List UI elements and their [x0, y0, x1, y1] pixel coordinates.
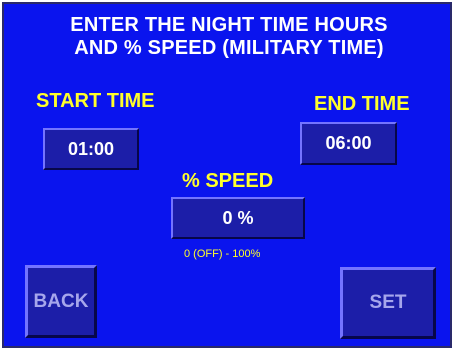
title-line-1: ENTER THE NIGHT TIME HOURS [70, 14, 388, 36]
screen-title: ENTER THE NIGHT TIME HOURS AND % SPEED (… [4, 14, 454, 60]
set-button[interactable]: SET [340, 267, 436, 339]
speed-field[interactable]: 0 % [171, 197, 305, 239]
start-time-label: START TIME [36, 90, 155, 112]
back-button[interactable]: BACK [25, 265, 97, 338]
end-time-field[interactable]: 06:00 [300, 122, 397, 165]
night-time-settings-screen: ENTER THE NIGHT TIME HOURS AND % SPEED (… [2, 2, 452, 348]
speed-range-hint: 0 (OFF) - 100% [184, 248, 261, 260]
title-line-2: AND % SPEED (MILITARY TIME) [74, 37, 384, 59]
end-time-label: END TIME [314, 93, 410, 115]
speed-label: % SPEED [182, 170, 274, 192]
start-time-field[interactable]: 01:00 [43, 128, 139, 170]
